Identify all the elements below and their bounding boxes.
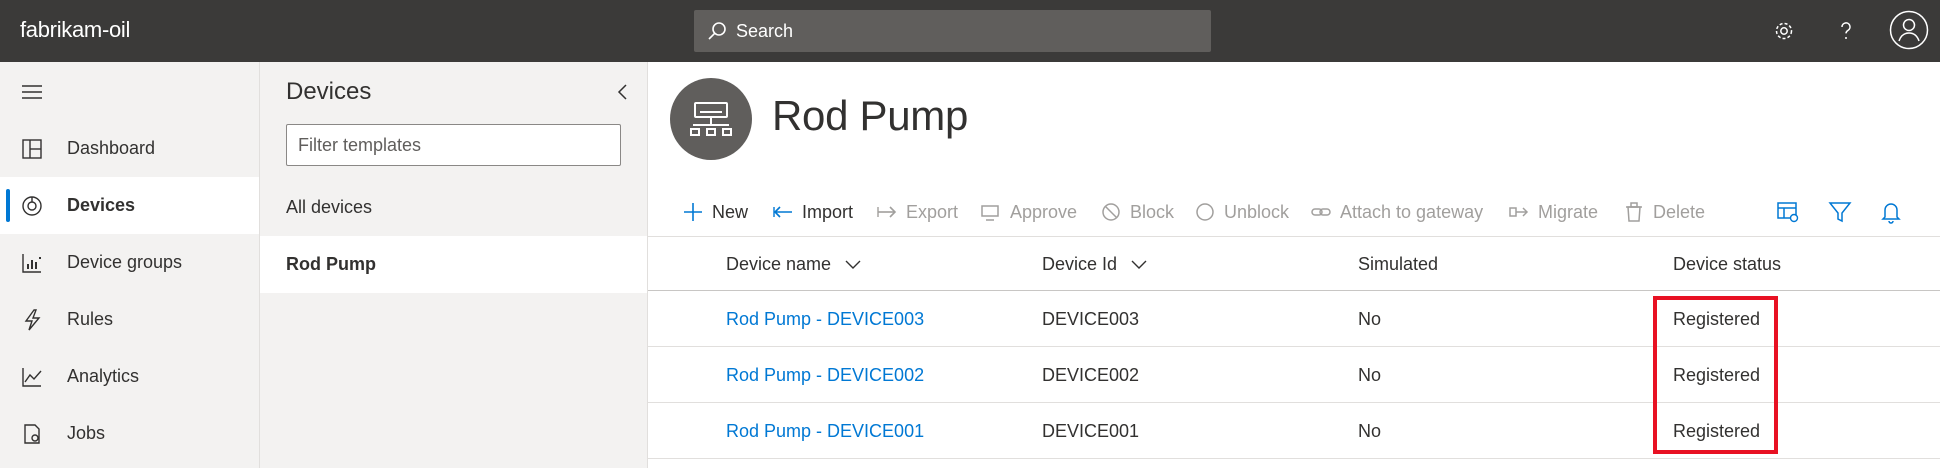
main-content: Rod Pump New Import Export Approve Block…: [648, 62, 1940, 468]
devices-panel-title: Devices: [286, 78, 372, 105]
nav-item-dashboard[interactable]: Dashboard: [0, 120, 259, 177]
search-placeholder: Search: [736, 20, 794, 41]
dashboard-icon: [22, 138, 42, 159]
nav-label: Device groups: [67, 252, 183, 272]
template-label: Rod Pump: [286, 254, 376, 274]
device-status-cell: Registered: [1673, 309, 1761, 329]
bell-icon[interactable]: [1879, 200, 1903, 224]
unblock-button[interactable]: Unblock: [1194, 188, 1289, 236]
filter-icon[interactable]: [1828, 200, 1852, 224]
new-button[interactable]: New: [682, 188, 748, 236]
device-status-cell: Registered: [1673, 421, 1761, 441]
device-id-cell: DEVICE003: [1042, 309, 1140, 329]
analytics-icon: [22, 367, 42, 387]
templates-item-all-devices[interactable]: All devices: [260, 179, 647, 236]
migrate-label: Migrate: [1538, 201, 1599, 222]
block-button[interactable]: Block: [1100, 188, 1174, 236]
search-icon: [708, 22, 726, 40]
migrate-button[interactable]: Migrate: [1508, 188, 1598, 236]
left-nav: Dashboard Devices Device groups Rules An…: [0, 62, 260, 468]
approve-icon: [981, 205, 999, 221]
nav-label: Devices: [67, 195, 136, 215]
devices-icon: [22, 195, 42, 216]
plus-icon: [684, 203, 702, 221]
help-icon[interactable]: [1830, 15, 1862, 47]
column-label: Device Id: [1042, 254, 1118, 274]
simulated-cell: No: [1358, 365, 1382, 385]
device-status-cell: Registered: [1673, 365, 1761, 385]
device-name-link[interactable]: Rod Pump - DEVICE003: [726, 309, 924, 330]
filter-templates-input[interactable]: [286, 124, 621, 166]
chevron-down-icon: [845, 260, 861, 269]
table-row[interactable]: Rod Pump - DEVICE001 DEVICE001 No Regist…: [648, 403, 1940, 459]
approve-button[interactable]: Approve: [980, 188, 1077, 236]
page-title: Rod Pump: [772, 92, 969, 139]
nav-label: Analytics: [67, 366, 140, 386]
templates-item-rod-pump[interactable]: Rod Pump: [260, 236, 647, 293]
nav-item-jobs[interactable]: Jobs: [0, 405, 259, 462]
edit-columns-icon[interactable]: [1776, 200, 1800, 224]
nav-item-rules[interactable]: Rules: [0, 291, 259, 348]
migrate-icon: [1509, 207, 1529, 217]
column-label: Device name: [726, 254, 832, 274]
rules-icon: [24, 308, 41, 330]
column-header-device-id[interactable]: Device Id: [1042, 254, 1147, 275]
nav-item-devices[interactable]: Devices: [0, 177, 259, 234]
simulated-cell: No: [1358, 421, 1382, 441]
chevron-down-icon: [1131, 260, 1147, 269]
nav-label: Jobs: [67, 423, 106, 443]
column-header-device-name[interactable]: Device name: [726, 254, 861, 275]
delete-label: Delete: [1653, 201, 1706, 222]
import-label: Import: [802, 201, 854, 222]
device-template-icon: [670, 78, 752, 160]
search-box[interactable]: Search: [694, 10, 1211, 52]
top-bar: fabrikam-oil Search: [0, 0, 1940, 62]
column-label: Simulated: [1358, 254, 1439, 274]
device-id-cell: DEVICE001: [1042, 421, 1140, 441]
template-label: All devices: [286, 197, 373, 217]
command-bar: New Import Export Approve Block Unblock …: [648, 188, 1940, 236]
column-label: Device status: [1673, 254, 1782, 274]
attach-label: Attach to gateway: [1340, 201, 1484, 222]
export-icon: [877, 206, 897, 218]
device-id-cell: DEVICE002: [1042, 365, 1140, 385]
trash-icon: [1626, 202, 1642, 222]
collapse-panel-icon[interactable]: [615, 82, 631, 102]
export-label: Export: [906, 201, 959, 222]
nav-label: Rules: [67, 309, 114, 329]
nav-label: Dashboard: [67, 138, 156, 158]
nav-item-analytics[interactable]: Analytics: [0, 348, 259, 405]
devices-panel: Devices All devices Rod Pump: [260, 62, 648, 468]
import-icon: [773, 206, 792, 218]
table-header: Device name Device Id Simulated Device s…: [648, 236, 1940, 291]
block-icon: [1102, 203, 1120, 221]
table-row[interactable]: Rod Pump - DEVICE003 DEVICE003 No Regist…: [648, 291, 1940, 347]
attach-to-gateway-button[interactable]: Attach to gateway: [1310, 188, 1483, 236]
account-icon[interactable]: [1889, 10, 1929, 50]
nav-item-device-groups[interactable]: Device groups: [0, 234, 259, 291]
unblock-label: Unblock: [1224, 201, 1290, 222]
jobs-icon: [24, 423, 40, 444]
device-name-link[interactable]: Rod Pump - DEVICE001: [726, 421, 924, 442]
gear-icon[interactable]: [1768, 15, 1800, 47]
approve-label: Approve: [1010, 201, 1078, 222]
block-label: Block: [1130, 201, 1175, 222]
import-button[interactable]: Import: [772, 188, 853, 236]
link-icon: [1311, 208, 1331, 216]
hamburger-menu-icon[interactable]: [20, 82, 44, 102]
column-header-device-status[interactable]: Device status: [1673, 254, 1781, 275]
app-name[interactable]: fabrikam-oil: [20, 17, 130, 43]
device-name-link[interactable]: Rod Pump - DEVICE002: [726, 365, 924, 386]
delete-button[interactable]: Delete: [1623, 188, 1705, 236]
unblock-icon: [1196, 203, 1214, 221]
simulated-cell: No: [1358, 309, 1382, 329]
new-label: New: [712, 201, 749, 222]
device-groups-icon: [22, 253, 41, 273]
table-row[interactable]: Rod Pump - DEVICE002 DEVICE002 No Regist…: [648, 347, 1940, 403]
export-button[interactable]: Export: [876, 188, 958, 236]
column-header-simulated[interactable]: Simulated: [1358, 254, 1438, 275]
